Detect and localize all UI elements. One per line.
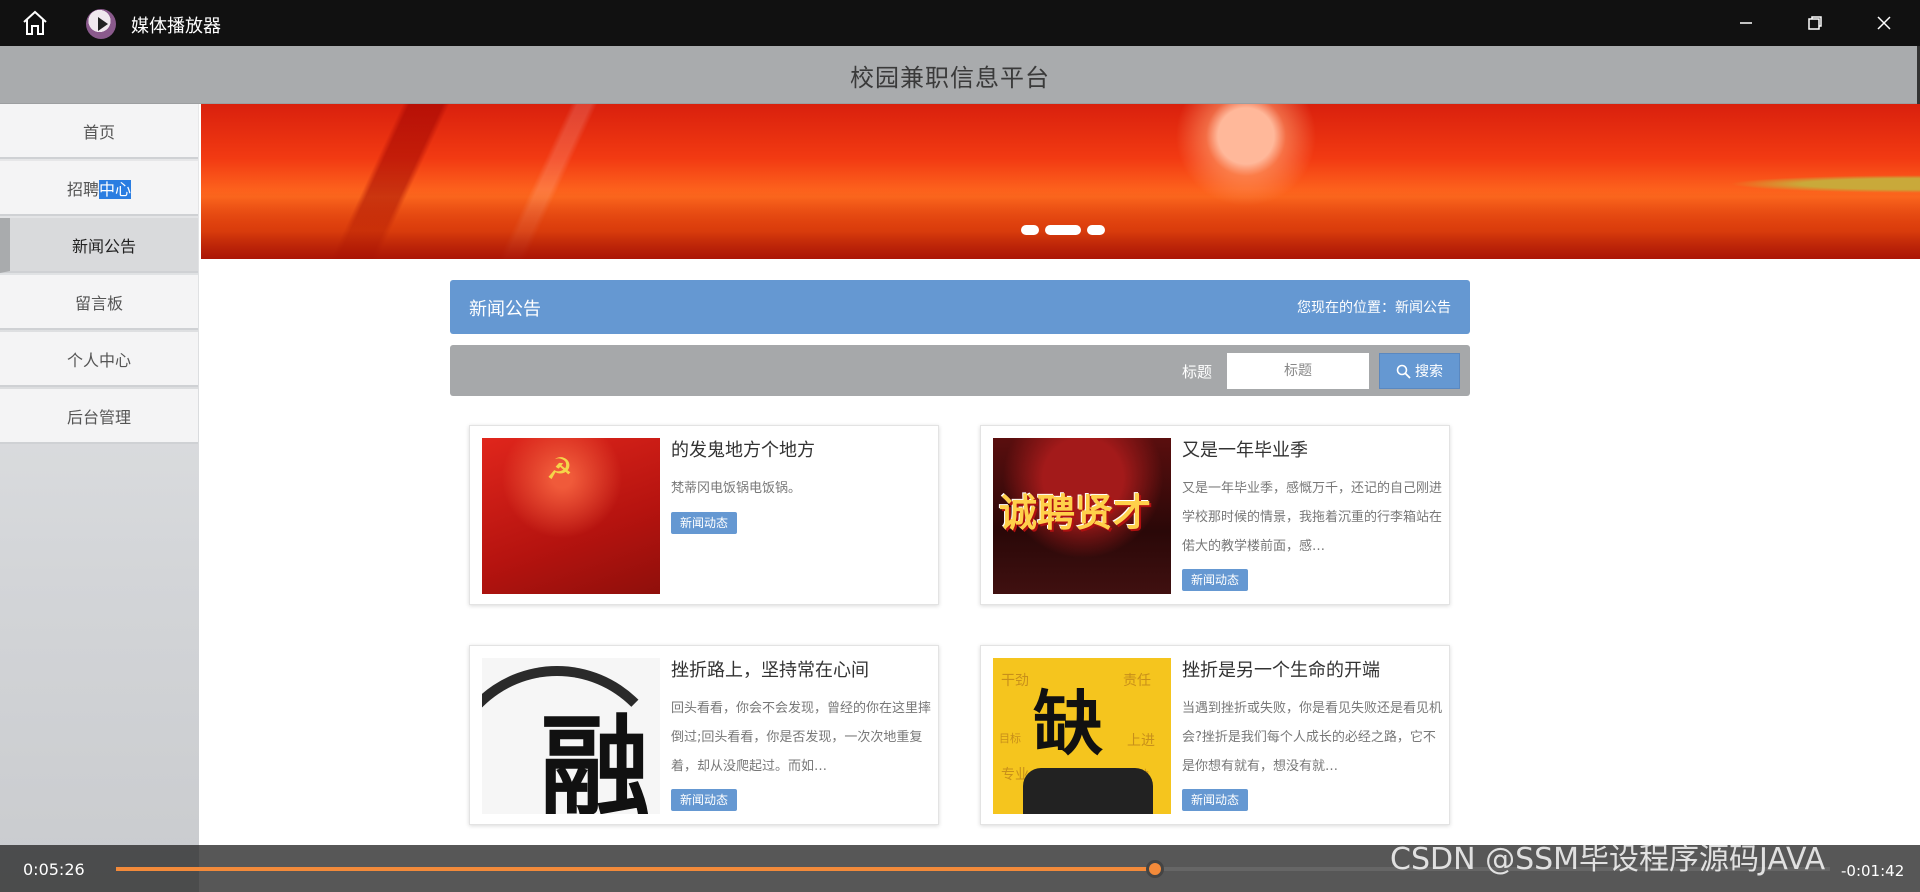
search-input[interactable] (1227, 353, 1369, 389)
sidebar-item-label: 新闻公告 (71, 236, 136, 256)
close-icon (1877, 16, 1891, 30)
news-category-tag[interactable]: 新闻动态 (1182, 789, 1249, 811)
sidebar-item-label: 招聘中心 (66, 176, 132, 200)
play-icon (86, 9, 116, 39)
image-word: 干劲 (1001, 673, 1029, 689)
page-title: 新闻公告 (469, 299, 541, 320)
sidebar-item-news[interactable]: 新闻公告 (0, 218, 198, 273)
home-icon[interactable] (20, 9, 50, 37)
news-summary: 回头看看，你会不会发现，曾经的你在这里摔倒过;回头看看，你是否发现，一次次地重复… (671, 701, 931, 774)
minimize-icon (1740, 22, 1752, 24)
search-icon (1396, 364, 1411, 379)
content-header: 新闻公告 您现在的位置：新闻公告 (450, 280, 1470, 334)
maximize-button[interactable] (1797, 8, 1833, 38)
news-title[interactable]: 又是一年毕业季 (1182, 436, 1308, 462)
carousel-dot-active[interactable] (1045, 225, 1081, 235)
sidebar: 首页 招聘中心 新闻公告 留言板 个人中心 后台管理 (0, 104, 199, 892)
news-card[interactable]: ☭ 的发鬼地方个地方 梵蒂冈电饭锅电饭锅。 新闻动态 (469, 425, 939, 605)
image-caption: 融 (540, 703, 650, 814)
elapsed-time: 0:05:26 (23, 860, 85, 879)
news-image[interactable]: ☭ (482, 438, 660, 594)
sidebar-item-label: 首页 (82, 122, 115, 142)
news-title[interactable]: 挫折路上，坚持常在心间 (671, 656, 869, 682)
image-word: 目标 (999, 732, 1021, 745)
carousel-dots (1021, 225, 1105, 235)
image-word: 上进 (1127, 733, 1155, 749)
sidebar-item-admin[interactable]: 后台管理 (0, 389, 198, 444)
news-category-tag[interactable]: 新闻动态 (671, 789, 738, 811)
news-title[interactable]: 挫折是另一个生命的开端 (1182, 656, 1380, 682)
site-header: 校园兼职信息平台 (0, 46, 1920, 104)
sidebar-item-home[interactable]: 首页 (0, 104, 198, 159)
carousel-dot[interactable] (1087, 225, 1105, 235)
selected-text: 中心 (99, 179, 132, 199)
sidebar-item-message-board[interactable]: 留言板 (0, 275, 198, 330)
image-caption: 缺 (1033, 682, 1103, 765)
sidebar-item-label: 个人中心 (66, 350, 131, 370)
media-player-titlebar: 媒体播放器 (0, 0, 1920, 46)
news-category-tag[interactable]: 新闻动态 (671, 512, 738, 534)
search-label: 标题 (1182, 363, 1213, 381)
banner-carousel[interactable] (201, 104, 1920, 259)
image-word: 责任 (1123, 673, 1151, 689)
sidebar-item-label: 后台管理 (66, 407, 131, 427)
sidebar-item-recruitment[interactable]: 招聘中心 (0, 161, 198, 216)
site-title: 校园兼职信息平台 (850, 64, 1050, 92)
banner-mountains (201, 189, 1920, 259)
sidebar-item-personal-center[interactable]: 个人中心 (0, 332, 198, 387)
news-image[interactable]: 干劲 责任 目标 上进 专业 协助 缺 诚 招 (993, 658, 1171, 814)
news-category-tag[interactable]: 新闻动态 (1182, 569, 1249, 591)
close-button[interactable] (1866, 8, 1902, 38)
news-card[interactable]: 干劲 责任 目标 上进 专业 协助 缺 诚 招 挫折是另一个生命的开端 当遇到挫… (980, 645, 1450, 825)
search-bar: 标题 搜索 (450, 345, 1470, 396)
news-summary: 当遇到挫折或失败，你是看见失败还是看见机会?挫折是我们每个人成长的必经之路，它不… (1182, 701, 1442, 774)
label-part: 招聘 (66, 179, 99, 199)
maximize-icon (1808, 16, 1822, 30)
app-title: 媒体播放器 (131, 16, 221, 37)
image-caption: 诚聘贤才 (999, 490, 1152, 535)
carousel-dot[interactable] (1021, 225, 1039, 235)
party-emblem-icon: ☭ (546, 452, 573, 487)
news-image[interactable]: 诚聘贤才 (993, 438, 1171, 594)
news-title[interactable]: 的发鬼地方个地方 (671, 436, 815, 462)
news-summary: 又是一年毕业季，感慨万千，还记的自己刚进学校那时候的情景，我拖着沉重的行李箱站在… (1182, 481, 1442, 554)
minimize-button[interactable] (1728, 8, 1764, 38)
fists-illustration (1023, 768, 1153, 814)
seek-bar-progress (116, 867, 1155, 871)
watermark: CSDN @SSM毕设程序源码JAVA (1390, 842, 1826, 877)
news-card[interactable]: 诚聘贤才 又是一年毕业季 又是一年毕业季，感慨万千，还记的自己刚进学校那时候的情… (980, 425, 1450, 605)
search-button-label: 搜索 (1415, 364, 1443, 380)
seek-handle[interactable] (1145, 860, 1164, 878)
news-card[interactable]: 融 挫折路上，坚持常在心间 回头看看，你会不会发现，曾经的你在这里摔倒过;回头看… (469, 645, 939, 825)
news-image[interactable]: 融 (482, 658, 660, 814)
search-button[interactable]: 搜索 (1379, 353, 1460, 389)
breadcrumb: 您现在的位置：新闻公告 (1297, 300, 1451, 316)
remaining-time: -0:01:42 (1841, 862, 1905, 880)
news-summary: 梵蒂冈电饭锅电饭锅。 (671, 481, 802, 496)
sidebar-item-label: 留言板 (74, 293, 123, 313)
